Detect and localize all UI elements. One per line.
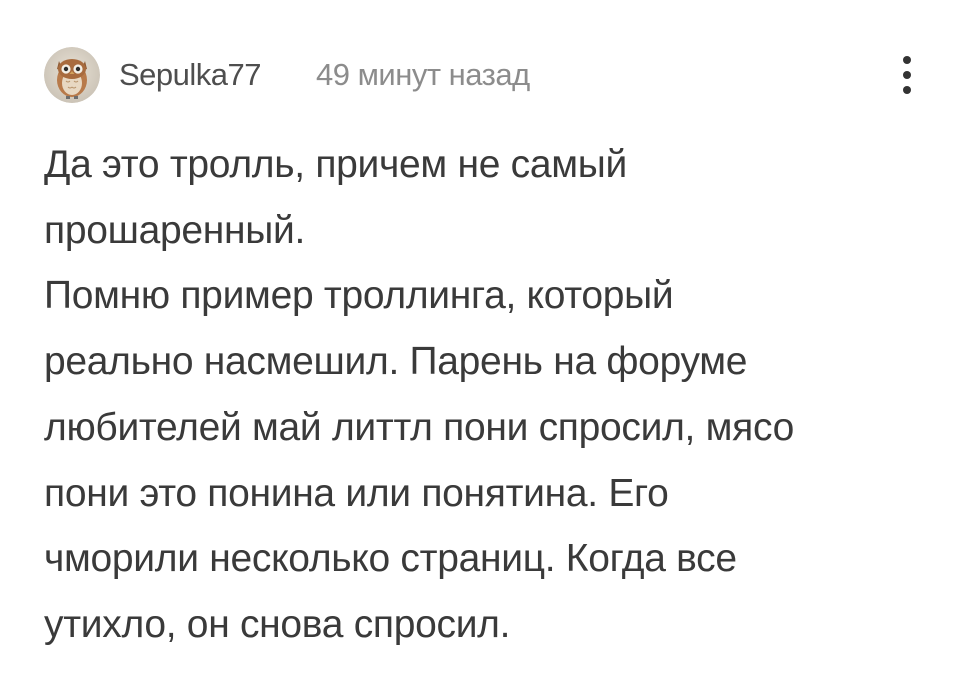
comment-line: чморили несколько страниц. Когда все [44,537,737,581]
comment-line: прошаренный. [44,208,305,252]
comment-text: Да это тролль, причем не самый прошаренн… [44,132,944,658]
comment-line: утихло, он снова спросил. [44,602,511,646]
comment-line: Да это тролль, причем не самый [44,143,627,186]
avatar[interactable] [44,47,100,103]
more-options-button[interactable] [890,47,924,103]
comment-line: любителей май литтл пони спросил, мясо [44,405,794,449]
comment-line: пони это понина или понятина. Его [44,471,669,515]
comment-line: реально насмешил. Парень на форуме [44,340,748,384]
owl-avatar-icon [44,47,100,103]
username[interactable]: Sepulka77 [119,57,262,93]
more-vertical-icon [903,56,911,94]
comment-card: Sepulka77 49 минут назад Да это тролль, … [0,0,960,685]
comment-line: Помню пример троллинга, который [44,274,674,318]
comment-header: Sepulka77 49 минут назад [44,44,924,104]
timestamp: 49 минут назад [316,57,530,92]
